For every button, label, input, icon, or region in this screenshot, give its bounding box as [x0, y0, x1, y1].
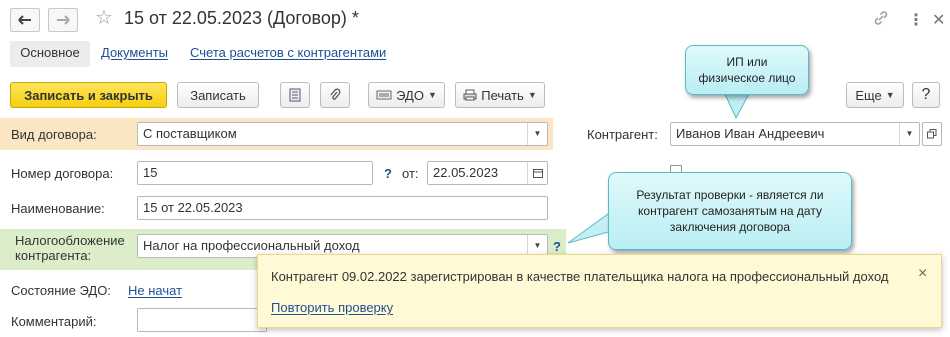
report-button[interactable] — [280, 82, 310, 108]
chain-link-icon — [874, 11, 888, 25]
contract-type-value: С поставщиком — [143, 126, 237, 141]
taxation-value: Налог на профессиональный доход — [143, 238, 360, 253]
close-icon[interactable]: × — [918, 265, 927, 283]
printer-icon — [463, 89, 477, 101]
taxation-label-line2: контрагента: — [15, 248, 92, 263]
chevron-down-icon: ▼ — [885, 90, 895, 100]
chevron-down-icon[interactable]: ▼ — [527, 123, 547, 145]
page-title: 15 от 22.05.2023 (Договор) * — [124, 8, 359, 28]
callout-check-result-line3: заключения договора — [669, 220, 791, 234]
star-icon[interactable]: ☆ — [95, 8, 113, 28]
counterparty-value: Иванов Иван Андреевич — [676, 126, 825, 141]
save-and-close-button[interactable]: Записать и закрыть — [10, 82, 167, 108]
link-icon[interactable] — [873, 10, 889, 31]
chevron-down-icon: ▼ — [527, 90, 537, 100]
edo-button[interactable]: ЭДО ▼ — [368, 82, 445, 108]
help-icon: ? — [921, 86, 931, 103]
edo-label: ЭДО — [396, 87, 424, 103]
tab-main[interactable]: Основное — [10, 41, 90, 67]
attach-button[interactable] — [320, 82, 350, 108]
paperclip-icon — [330, 88, 341, 100]
open-card-icon — [927, 129, 937, 139]
callout-person-type-line2: физическое лицо — [698, 71, 796, 85]
callout-check-result-line1: Результат проверки - является ли — [636, 188, 824, 202]
print-button[interactable]: Печать ▼ — [455, 82, 545, 108]
name-input[interactable]: 15 от 22.05.2023 — [137, 196, 548, 220]
more-vertical-icon[interactable]: ⋮ — [908, 10, 924, 30]
repeat-check-link[interactable]: Повторить проверку — [271, 300, 393, 315]
tab-documents[interactable]: Документы — [101, 41, 168, 67]
counterparty-select[interactable]: Иванов Иван Андреевич ▼ — [670, 122, 920, 146]
contract-type-select[interactable]: С поставщиком ▼ — [137, 122, 548, 146]
edo-exchange-icon — [376, 90, 392, 100]
comment-input[interactable] — [137, 308, 267, 332]
document-list-icon — [289, 88, 301, 102]
chevron-down-icon[interactable]: ▼ — [899, 123, 919, 145]
open-counterparty-button[interactable] — [922, 122, 942, 146]
help-button[interactable]: ? — [912, 82, 940, 108]
callout-check-result-line2: контрагент самозанятым на дату — [638, 204, 822, 218]
arrow-left-icon — [18, 15, 31, 25]
number-value: 15 — [143, 165, 158, 180]
more-label: Еще — [855, 87, 882, 103]
save-label: Записать — [190, 87, 246, 103]
notification-message: Контрагент 09.02.2022 зарегистрирован в … — [271, 269, 889, 284]
callout-check-result: Результат проверки - является ли контраг… — [608, 172, 852, 250]
edo-state-link[interactable]: Не начат — [128, 283, 182, 298]
callout-person-type: ИП или физическое лицо — [685, 45, 809, 95]
date-input[interactable]: 22.05.2023 — [427, 161, 548, 185]
edo-state-label: Состояние ЭДО: — [11, 283, 111, 298]
callout-person-type-line1: ИП или — [726, 55, 768, 69]
calendar-icon[interactable] — [527, 162, 547, 184]
tab-accounts[interactable]: Счета расчетов с контрагентами — [190, 41, 386, 67]
number-input[interactable]: 15 — [137, 161, 373, 185]
number-help-button[interactable]: ? — [384, 166, 392, 181]
print-label: Печать — [481, 87, 524, 103]
close-icon[interactable]: ✕ — [932, 10, 945, 30]
forward-button[interactable] — [48, 8, 78, 32]
number-label: Номер договора: — [11, 166, 114, 181]
chevron-down-icon: ▼ — [427, 90, 437, 100]
notification-popup: Контрагент 09.02.2022 зарегистрирован в … — [257, 254, 942, 328]
callout-pointer — [723, 92, 751, 120]
save-button[interactable]: Записать — [177, 82, 259, 108]
back-button[interactable] — [10, 8, 40, 32]
callout-pointer — [567, 210, 612, 244]
name-label: Наименование: — [11, 201, 105, 216]
date-label: от: — [402, 166, 419, 181]
save-and-close-label: Записать и закрыть — [24, 87, 153, 103]
more-button[interactable]: Еще ▼ — [846, 82, 904, 108]
comment-label: Комментарий: — [11, 314, 97, 329]
taxation-label: Налогообложение контрагента: — [15, 233, 125, 263]
contract-type-label: Вид договора: — [11, 127, 97, 142]
counterparty-label: Контрагент: — [587, 127, 658, 142]
name-value: 15 от 22.05.2023 — [143, 200, 243, 215]
arrow-right-icon — [57, 15, 70, 25]
taxation-label-line1: Налогообложение — [15, 233, 125, 248]
taxation-help-button[interactable]: ? — [553, 239, 561, 254]
date-value: 22.05.2023 — [433, 165, 499, 180]
